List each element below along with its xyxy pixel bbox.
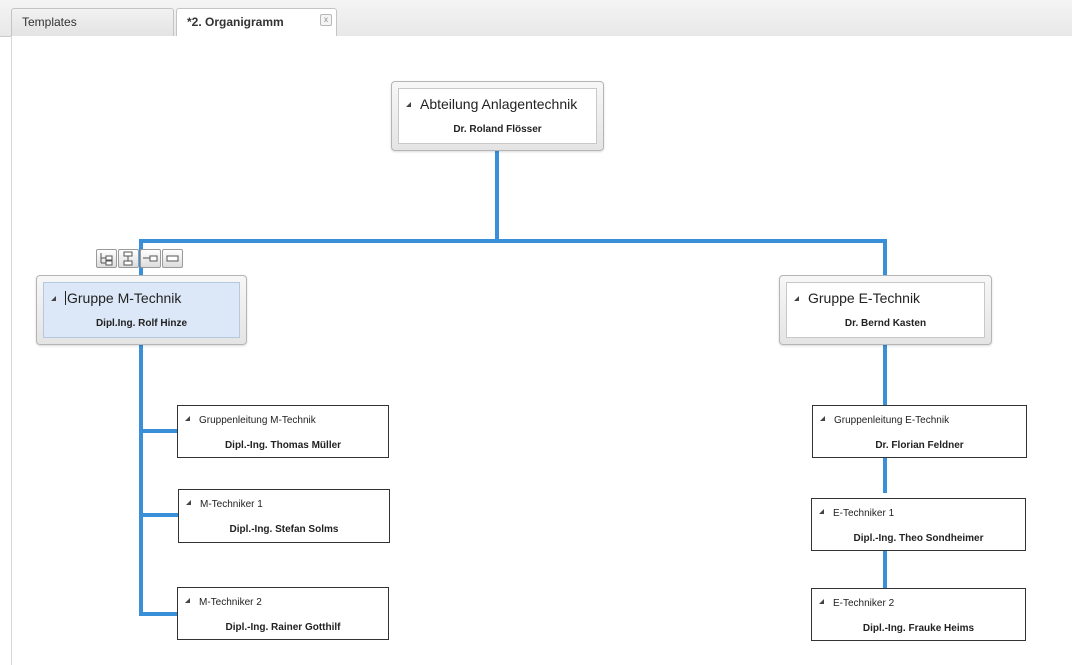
close-icon[interactable]: x [320, 14, 332, 26]
node-person: Dipl.Ing. Rolf Hinze [95, 318, 188, 329]
node-title: Gruppenleitung E-Technik [834, 415, 950, 426]
org-node-gruppenleitung-m[interactable]: Gruppenleitung M-Technik Dipl.-Ing. Thom… [177, 405, 389, 458]
node-title: Gruppenleitung M-Technik [199, 415, 316, 426]
org-node-gruppe-m[interactable]: Gruppe M-Technik Dipl.Ing. Rolf Hinze [36, 275, 247, 345]
node-person: Dipl.-Ing. Rainer Gotthilf [225, 622, 341, 633]
add-sibling-icon[interactable] [140, 249, 161, 268]
node-title: M-Techniker 1 [200, 499, 263, 510]
delete-node-icon[interactable] [162, 249, 183, 268]
collapse-triangle-icon[interactable] [820, 416, 825, 421]
tab-organigramm[interactable]: *2. Organigramm x [176, 8, 337, 37]
tab-templates[interactable]: Templates [11, 8, 174, 36]
org-node-root-body: Abteilung Anlagentechnik Dr. Roland Flös… [398, 88, 597, 144]
node-title: E-Techniker 1 [833, 508, 895, 519]
connector-root-to-groups [139, 141, 887, 278]
node-title: E-Techniker 2 [833, 598, 895, 609]
node-person: Dipl.-Ing. Thomas Müller [224, 440, 342, 451]
node-title: Abteilung Anlagentechnik [420, 96, 578, 112]
delete-node-glyph [166, 255, 179, 262]
collapse-triangle-icon[interactable] [406, 102, 411, 107]
org-node-root[interactable]: Abteilung Anlagentechnik Dr. Roland Flös… [391, 81, 604, 151]
collapse-triangle-icon[interactable] [819, 599, 824, 604]
node-title: M-Techniker 2 [199, 597, 262, 608]
node-person: Dipl.-Ing. Theo Sondheimer [853, 533, 984, 544]
collapse-triangle-icon[interactable] [51, 296, 56, 301]
tab-bar: Templates *2. Organigramm x [0, 0, 1072, 37]
add-sibling-glyph [143, 255, 158, 262]
collapse-triangle-icon[interactable] [185, 598, 190, 603]
node-person: Dipl.-Ing. Stefan Solms [229, 524, 339, 535]
node-title-editing[interactable]: Gruppe M-Technik [65, 290, 181, 306]
org-node-gruppe-e[interactable]: Gruppe E-Technik Dr. Bernd Kasten [779, 275, 992, 345]
collapse-triangle-icon[interactable] [794, 296, 799, 301]
tab-organigramm-label: *2. Organigramm [187, 15, 284, 29]
node-title: Gruppe E-Technik [808, 290, 921, 306]
connector-group [139, 141, 887, 616]
org-node-m-techniker-1[interactable]: M-Techniker 1 Dipl.-Ing. Stefan Solms [178, 489, 390, 543]
add-child-glyph [100, 253, 113, 266]
org-node-gruppe-m-body: Gruppe M-Technik Dipl.Ing. Rolf Hinze [43, 282, 240, 338]
node-person: Dipl.-Ing. Frauke Heims [862, 623, 975, 634]
org-node-gruppenleitung-e[interactable]: Gruppenleitung E-Technik Dr. Florian Fel… [812, 405, 1027, 458]
collapse-triangle-icon[interactable] [185, 416, 190, 421]
node-person: Dr. Florian Feldner [875, 440, 964, 451]
org-node-e-techniker-2[interactable]: E-Techniker 2 Dipl.-Ing. Frauke Heims [811, 588, 1026, 641]
diagram-canvas: Abteilung Anlagentechnik Dr. Roland Flös… [11, 36, 1072, 665]
collapse-triangle-icon[interactable] [819, 509, 824, 514]
collapse-triangle-icon[interactable] [186, 500, 191, 505]
add-assistant-glyph [123, 251, 133, 266]
org-node-gruppe-e-body: Gruppe E-Technik Dr. Bernd Kasten [786, 282, 985, 338]
connector-m-spine [139, 341, 180, 616]
add-assistant-icon[interactable] [118, 249, 139, 268]
add-child-icon[interactable] [96, 249, 117, 268]
node-title: Gruppe M-Technik [67, 290, 182, 306]
text-cursor [65, 291, 66, 305]
org-node-e-techniker-1[interactable]: E-Techniker 1 Dipl.-Ing. Theo Sondheimer [811, 498, 1026, 551]
node-person: Dr. Roland Flösser [453, 124, 542, 135]
node-person: Dr. Bernd Kasten [844, 318, 927, 329]
org-node-m-techniker-2[interactable]: M-Techniker 2 Dipl.-Ing. Rainer Gotthilf [177, 587, 389, 640]
